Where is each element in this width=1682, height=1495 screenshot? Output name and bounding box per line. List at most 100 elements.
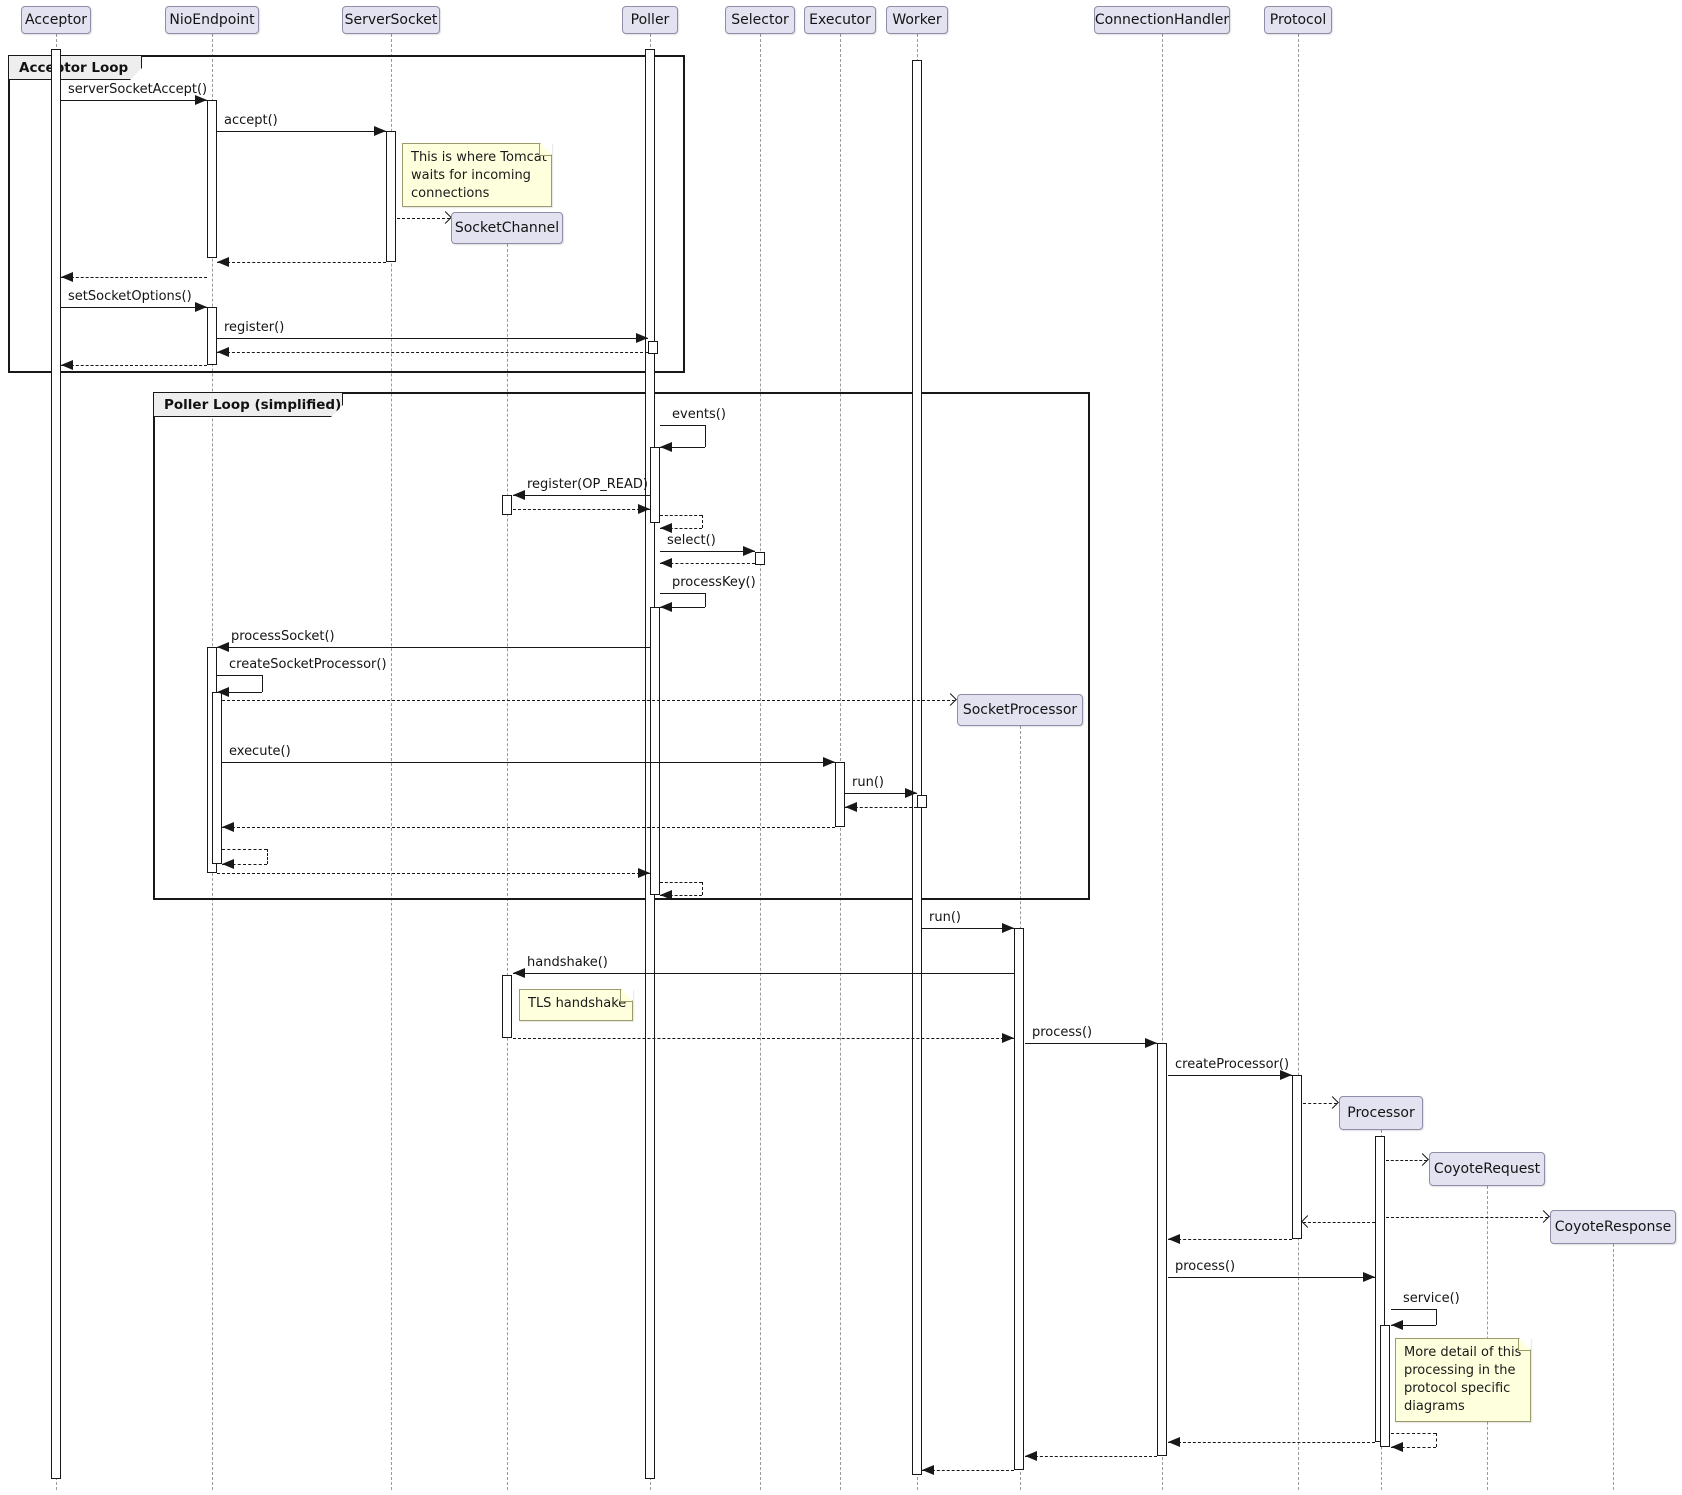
arrowhead-events (660, 442, 672, 452)
message-label-run-socketprocessor: run() (929, 910, 961, 925)
activation-executor-execute (835, 762, 845, 827)
arrowhead-service (1391, 1320, 1403, 1330)
activation-worker-thread (912, 60, 922, 1475)
activation-nioendpoint-createsockproc (212, 692, 222, 864)
message-register-op-read (513, 495, 650, 496)
frame-poller-loop (153, 392, 1090, 900)
message-processsocket-return (217, 873, 650, 874)
arrowhead-processsocket-return (638, 868, 650, 878)
message-setsocketoptions-ret (61, 365, 207, 366)
message-events-return-out (660, 515, 702, 516)
message-handshake-return (513, 1038, 1014, 1039)
created-participant-processor: Processor (1339, 1096, 1423, 1130)
activation-connectionhandler-process (1157, 1043, 1167, 1456)
participant-executor: Executor (804, 6, 876, 34)
note-line: processing in the (1404, 1362, 1522, 1380)
created-participant-socketchannel: SocketChannel (451, 212, 563, 244)
message-accept-return (217, 262, 386, 263)
message-create-socketprocessor (222, 700, 955, 701)
note-fold-triangle (621, 989, 633, 1001)
arrowhead-execute-return (222, 822, 234, 832)
arrowhead-create-coyoteresponse (1537, 1210, 1550, 1223)
activation-nioendpoint-setsocketopts (207, 307, 217, 365)
note-line: waits for incoming (411, 167, 543, 185)
activation-acceptor-thread (51, 49, 61, 1479)
activation-selector-select (755, 552, 765, 565)
message-label-createsocketprocessor: createSocketProcessor() (229, 657, 387, 672)
message-handshake (513, 973, 1014, 974)
arrowhead-register-return (217, 347, 229, 357)
message-label-accept: accept() (224, 113, 278, 128)
note-note-protocol: More detail of thisprocessing in theprot… (1395, 1338, 1531, 1422)
arrowhead-createsockproc-return (222, 859, 234, 869)
sequence-diagram-canvas: AcceptorNioEndpointServerSocketPollerSel… (0, 0, 1682, 1495)
message-label-processsocket: processSocket() (231, 629, 335, 644)
note-note-accept-wait: This is where Tomcatwaits for incomingco… (402, 143, 552, 207)
created-participant-coyoterequest: CoyoteRequest (1429, 1152, 1545, 1186)
arrowhead-register-op-read-ret (638, 504, 650, 514)
activation-serversocket-accept (386, 131, 396, 262)
arrowhead-register-op-read (513, 490, 525, 500)
arrowhead-process-connhandler (1145, 1038, 1157, 1048)
message-label-process-connhandler: process() (1032, 1025, 1092, 1040)
arrowhead-run-worker (905, 788, 917, 798)
message-createprocessor-ret1 (1303, 1222, 1375, 1223)
created-participant-coyoteresponse: CoyoteResponse (1550, 1210, 1676, 1244)
message-label-service: service() (1403, 1291, 1460, 1306)
arrowhead-run-socketproc-return (922, 1465, 934, 1475)
note-line: protocol specific (1404, 1380, 1522, 1398)
note-line: diagrams (1404, 1398, 1522, 1416)
note-line: TLS handshake (528, 995, 624, 1013)
activation-socketchannel-handshake (502, 975, 512, 1038)
activation-socketchannel-register (502, 495, 512, 515)
activation-socketprocessor-run (1014, 928, 1024, 1470)
arrowhead-run-socketprocessor (1002, 923, 1014, 933)
message-select-return (660, 563, 755, 564)
arrowhead-create-processor (1326, 1096, 1339, 1109)
message-register (217, 338, 648, 339)
participant-nioendpoint: NioEndpoint (165, 6, 259, 34)
activation-nioendpoint-accept (207, 100, 217, 258)
arrowhead-events-return (660, 523, 672, 533)
note-fold-triangle (1519, 1338, 1531, 1350)
message-label-setsocketoptions: setSocketOptions() (68, 289, 192, 304)
activation-poller-processkey (650, 607, 660, 895)
arrowhead-processkey-return (660, 890, 672, 900)
activation-protocol-createprocessor (1292, 1075, 1302, 1239)
arrowhead-serversocketaccept-ret (61, 272, 73, 282)
arrowhead-create-coyoterequest (1416, 1153, 1429, 1166)
message-label-events: events() (672, 407, 726, 422)
activation-worker-run (917, 795, 927, 808)
message-label-handshake: handshake() (527, 955, 608, 970)
message-process-processor (1168, 1277, 1375, 1278)
arrowhead-register (636, 333, 648, 343)
message-service-out (1391, 1309, 1436, 1310)
message-processkey-return-side (702, 882, 703, 895)
frame-acceptor-loop (8, 55, 685, 373)
message-events-out (660, 425, 705, 426)
lifeline-coyoteresponse (1613, 1244, 1614, 1490)
message-processkey-out (660, 593, 705, 594)
note-line: connections (411, 185, 543, 203)
arrowhead-process-processor-ret (1168, 1437, 1180, 1447)
message-events-return-side (702, 515, 703, 528)
arrowhead-createsocketprocessor (217, 687, 229, 697)
message-process-connhandler-ret (1025, 1456, 1157, 1457)
message-events-side (705, 425, 706, 447)
message-service-return-out (1391, 1433, 1436, 1434)
message-label-run-worker: run() (852, 775, 884, 790)
note-note-tls: TLS handshake (519, 989, 633, 1021)
message-service-side (1436, 1309, 1437, 1325)
arrowhead-accept-return (217, 257, 229, 267)
message-accept (217, 131, 386, 132)
arrowhead-processsocket (217, 642, 229, 652)
message-createsockproc-return-out (222, 849, 267, 850)
arrowhead-createprocessor-ret2 (1168, 1234, 1180, 1244)
arrowhead-process-processor (1363, 1272, 1375, 1282)
activation-processor-service (1380, 1325, 1390, 1447)
arrowhead-setsocketoptions-ret (61, 360, 73, 370)
message-setsocketoptions (61, 307, 207, 308)
activation-poller-events (650, 447, 660, 523)
message-serversocketaccept (61, 100, 207, 101)
participant-connectionhandler: ConnectionHandler (1094, 6, 1230, 34)
